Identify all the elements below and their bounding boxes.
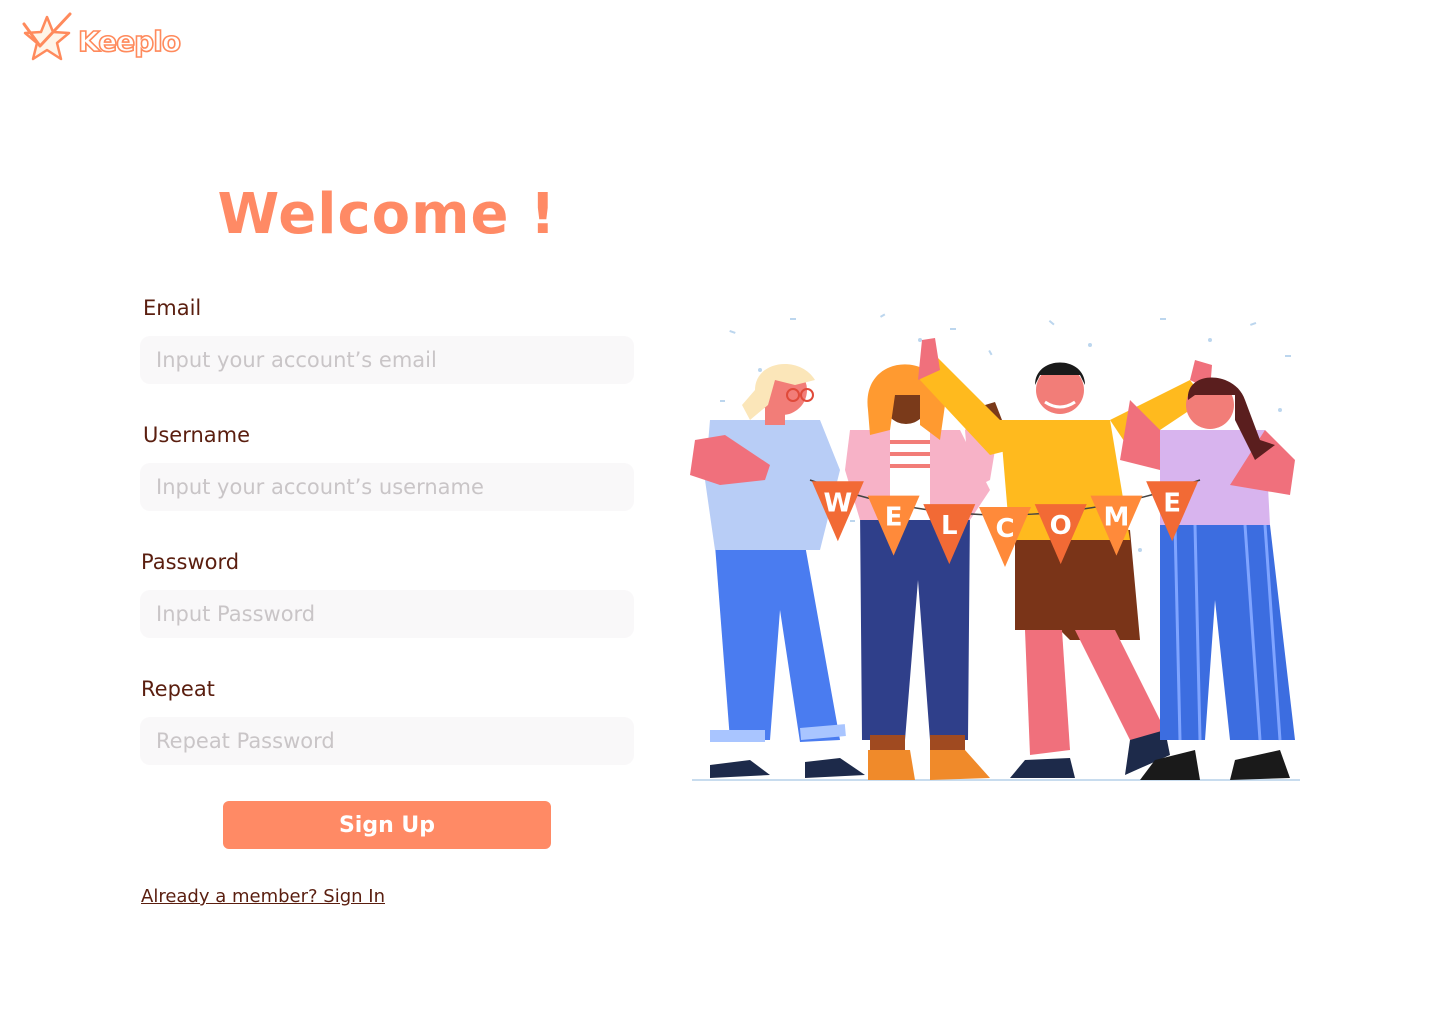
- person-1: [690, 363, 865, 778]
- username-label: Username: [143, 423, 251, 447]
- sign-up-button[interactable]: Sign Up: [223, 801, 551, 849]
- banner-letter: E: [885, 503, 903, 533]
- logo[interactable]: Keeplo: [20, 12, 182, 66]
- password-input[interactable]: [140, 590, 634, 638]
- password-label: Password: [141, 550, 240, 574]
- welcome-people-illustration: WELCOME: [690, 313, 1300, 781]
- banner-letter: W: [824, 488, 853, 518]
- page-title: Welcome !: [217, 182, 557, 247]
- email-label: Email: [143, 296, 202, 320]
- banner-letter: O: [1050, 511, 1072, 541]
- star-check-logo-icon: [22, 12, 72, 61]
- repeat-password-input[interactable]: [140, 717, 634, 765]
- brand-name: Keeplo: [77, 24, 182, 59]
- username-input[interactable]: [140, 463, 634, 511]
- banner-letter: C: [995, 514, 1014, 544]
- banner-letter: E: [1163, 488, 1181, 518]
- sign-in-link[interactable]: Already a member? Sign In: [141, 886, 385, 907]
- banner-letter: M: [1103, 503, 1129, 533]
- banner-letter: L: [941, 511, 958, 541]
- email-input[interactable]: [140, 336, 634, 384]
- repeat-password-label: Repeat: [141, 677, 215, 701]
- signup-page: Keeplo Welcome ! Email Username Password…: [0, 0, 1440, 1024]
